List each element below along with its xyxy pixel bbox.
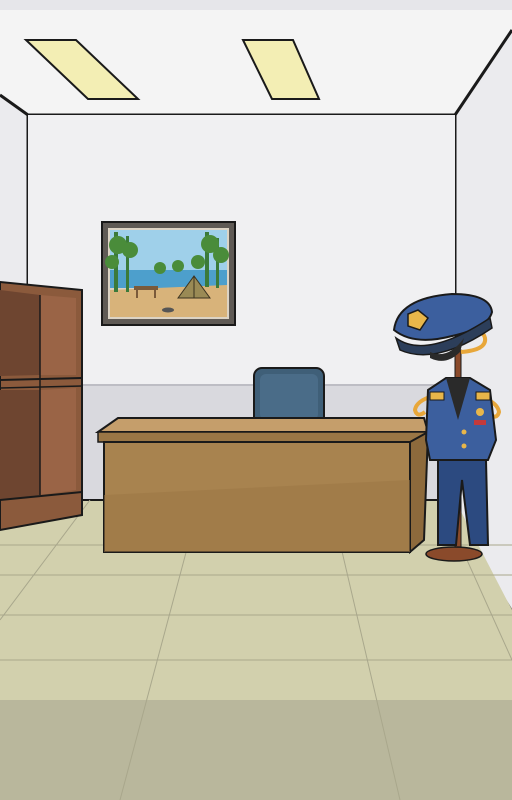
desk-icon (94, 417, 430, 555)
office-desk[interactable] (94, 417, 430, 555)
camping-painting-icon (105, 230, 229, 317)
game-scene (0, 0, 512, 800)
framed-painting[interactable] (101, 221, 236, 326)
bookshelf[interactable] (0, 280, 83, 532)
